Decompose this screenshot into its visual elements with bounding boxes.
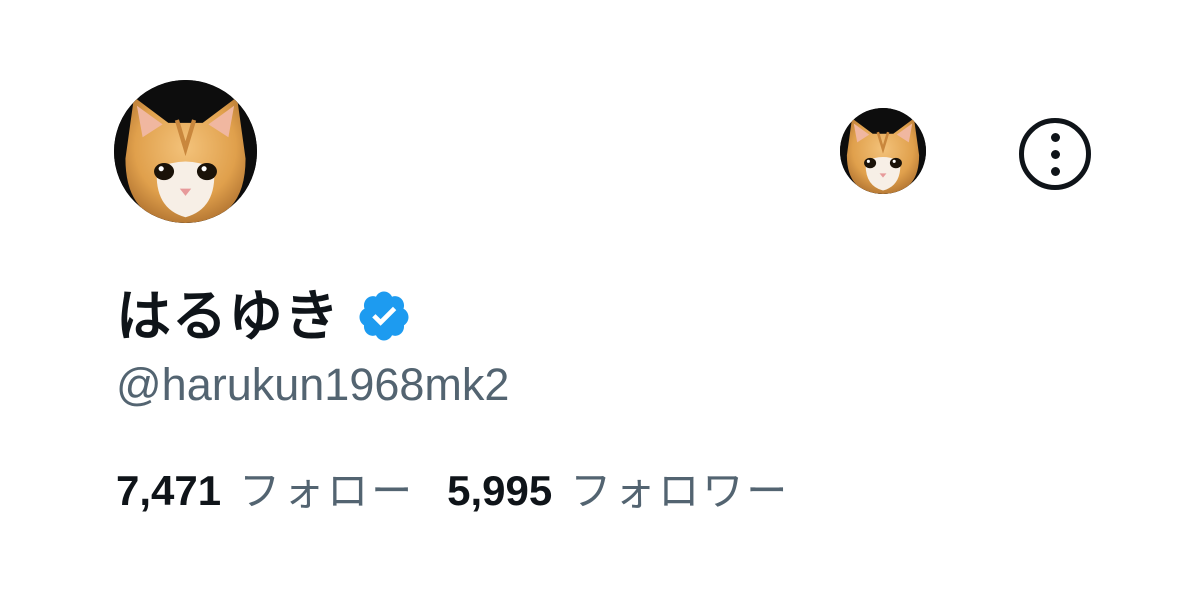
profile-avatar[interactable]: [114, 80, 257, 223]
following-label: フォロー: [239, 467, 416, 515]
verified-badge-icon[interactable]: [356, 288, 412, 344]
following-count: 7,471: [116, 467, 222, 514]
account-switcher-avatar[interactable]: [840, 108, 926, 194]
followers-label: フォロワー: [570, 467, 791, 515]
kitten-avatar-image: [114, 80, 257, 223]
display-name: はるゆき: [116, 283, 341, 348]
kitten-avatar-image: [840, 108, 926, 194]
more-options-button[interactable]: [1019, 118, 1091, 190]
more-options-icon: [1050, 132, 1060, 142]
followers-link[interactable]: 5,995 フォロワー: [447, 470, 790, 512]
profile-handle: @harukun1968mk2: [116, 359, 510, 410]
more-options-icon-dot: [1050, 149, 1060, 159]
profile-name-row: はるゆき: [116, 278, 412, 354]
followers-count: 5,995: [447, 467, 553, 514]
more-options-icon-dot: [1050, 166, 1060, 176]
follow-stats: 7,471 フォロー 5,995 フォロワー: [116, 470, 790, 512]
following-link[interactable]: 7,471 フォロー: [116, 470, 415, 512]
